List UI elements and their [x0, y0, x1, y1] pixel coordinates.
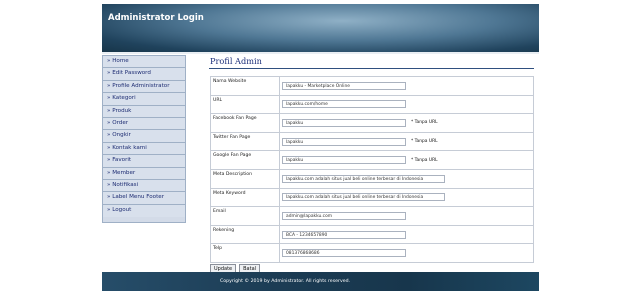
profile-form-table: Nama Website lapakku - Marketplace Onlin… — [210, 76, 534, 263]
form-row: Twitter Fan Page lapakku * Tanpa URL — [210, 131, 534, 152]
field-label: Nama Website — [210, 76, 280, 96]
field-label: Twitter Fan Page — [210, 131, 280, 152]
sidebar-item-edit-password[interactable]: » Edit Password — [103, 68, 185, 81]
form-row: Meta Description lapakku.com adalah situ… — [210, 168, 534, 189]
field-note: * Tanpa URL — [411, 157, 438, 163]
form-row: Meta Keyword lapakku.com adalah situs ju… — [210, 187, 534, 208]
field-label: Google Fan Page — [210, 150, 280, 170]
sidebar-item-kontak-kami[interactable]: » Kontak kami — [103, 142, 185, 156]
page-title: Profil Admin — [210, 56, 262, 66]
header-title: Administrator Login — [108, 13, 204, 23]
field-label: Email — [210, 206, 280, 226]
field-label: Rekening — [210, 224, 280, 245]
sidebar-item-favorit[interactable]: » Favorit — [103, 155, 185, 168]
field-label: URL — [210, 94, 280, 115]
footer-copyright: Copyright © 2019 by Administrator. All r… — [220, 279, 351, 284]
email-input[interactable]: admin@lapakku.com — [282, 211, 406, 220]
field-note: * Tanpa URL — [411, 120, 438, 126]
page-container: Administrator Login » Home » Edit Passwo… — [102, 4, 539, 291]
form-row: Nama Website lapakku - Marketplace Onlin… — [210, 76, 534, 96]
sidebar-item-profile-administrator[interactable]: » Profile Administrator — [103, 80, 185, 94]
title-divider — [209, 68, 534, 69]
field-label: Facebook Fan Page — [210, 113, 280, 133]
sidebar-item-logout[interactable]: » Logout — [103, 204, 185, 218]
field-note: * Tanpa URL — [411, 139, 438, 145]
form-row: Facebook Fan Page lapakku * Tanpa URL — [210, 113, 534, 133]
sidebar-item-member[interactable]: » Member — [103, 167, 185, 180]
form-row: Google Fan Page lapakku * Tanpa URL — [210, 150, 534, 170]
sidebar-item-label-menu-footer[interactable]: » Label Menu Footer — [103, 192, 185, 205]
form-row: Email admin@lapakku.com — [210, 206, 534, 226]
sidebar-item-notifikasi[interactable]: » Notifikasi — [103, 179, 185, 193]
field-label: Meta Keyword — [210, 187, 280, 208]
sidebar-item-order[interactable]: » Order — [103, 117, 185, 131]
form-row: Rekening BCA - 1234657890 — [210, 224, 534, 245]
sidebar-item-produk[interactable]: » Produk — [103, 105, 185, 118]
field-label: Meta Description — [210, 168, 280, 189]
website-name-input[interactable]: lapakku - Marketplace Online — [282, 81, 406, 90]
sidebar-item-home[interactable]: » Home — [103, 56, 185, 69]
rekening-input[interactable]: BCA - 1234657890 — [282, 230, 406, 239]
url-input[interactable]: lapakku.com/home — [282, 100, 406, 109]
google-fanpage-input[interactable]: lapakku — [282, 156, 406, 165]
facebook-fanpage-input[interactable]: lapakku — [282, 118, 406, 127]
header-divider — [102, 52, 539, 54]
main-content: Profil Admin Nama Website lapakku - Mark… — [209, 55, 534, 273]
sidebar-item-kategori[interactable]: » Kategori — [103, 93, 185, 106]
meta-keyword-input[interactable]: lapakku.com adalah situs jual beli onlin… — [282, 193, 445, 202]
telp-input[interactable]: 081376868686 — [282, 249, 406, 258]
twitter-fanpage-input[interactable]: lapakku — [282, 137, 406, 146]
footer-bar: Copyright © 2019 by Administrator. All r… — [102, 272, 539, 291]
sidebar-item-ongkir[interactable]: » Ongkir — [103, 130, 185, 143]
form-row: URL lapakku.com/home — [210, 94, 534, 115]
header-banner: Administrator Login — [102, 4, 539, 52]
sidebar-menu: » Home » Edit Password » Profile Adminis… — [102, 55, 186, 223]
meta-description-input[interactable]: lapakku.com adalah situs jual beli onlin… — [282, 174, 445, 183]
